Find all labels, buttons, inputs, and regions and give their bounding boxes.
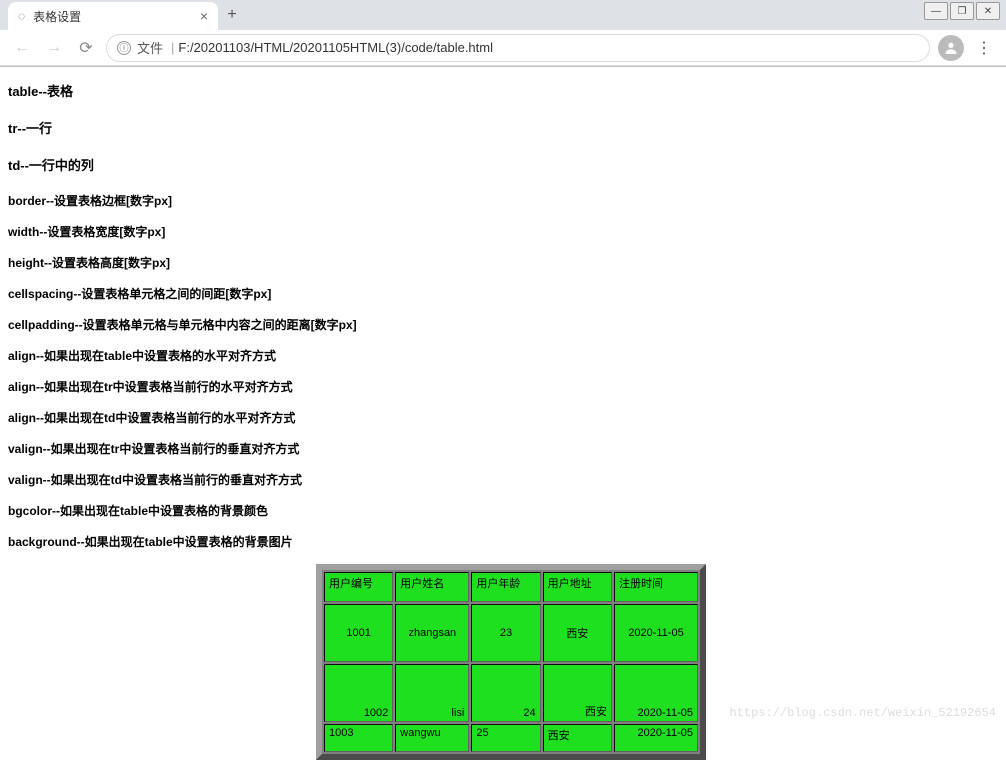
th-age: 用户年龄	[471, 572, 540, 602]
table-row: 1001 zhangsan 23 西安 2020-11-05	[324, 604, 698, 662]
th-addr: 用户地址	[543, 572, 612, 602]
desc-border: border--设置表格边框[数字px]	[8, 192, 998, 209]
browser-tab[interactable]: ◌ 表格设置 ×	[8, 2, 218, 30]
table-row: 1003 wangwu 25 西安 2020-11-05	[324, 724, 698, 752]
cell-addr: 西安	[543, 664, 612, 722]
table-row: 1002 lisi 24 西安 2020-11-05	[324, 664, 698, 722]
kebab-menu-icon[interactable]: ⋮	[972, 36, 996, 60]
back-button[interactable]: ←	[10, 36, 34, 60]
desc-align-tr: align--如果出现在tr中设置表格当前行的水平对齐方式	[8, 378, 998, 395]
cell-id: 1003	[324, 724, 393, 752]
url-text: F:/20201103/HTML/20201105HTML(3)/code/ta…	[178, 40, 493, 55]
cell-age: 24	[471, 664, 540, 722]
tab-title: 表格设置	[33, 8, 200, 25]
cell-date: 2020-11-05	[614, 664, 698, 722]
desc-background: background--如果出现在table中设置表格的背景图片	[8, 533, 998, 550]
th-id: 用户编号	[324, 572, 393, 602]
minimize-button[interactable]: —	[924, 2, 948, 20]
cell-age: 23	[471, 604, 540, 662]
close-window-button[interactable]: ✕	[976, 2, 1000, 20]
th-date: 注册时间	[614, 572, 698, 602]
desc-bgcolor: bgcolor--如果出现在table中设置表格的背景颜色	[8, 502, 998, 519]
profile-icon[interactable]	[938, 35, 964, 61]
address-bar: ← → ⟳ ⓘ 文件 | F:/20201103/HTML/20201105HT…	[0, 30, 1006, 66]
cell-addr: 西安	[543, 724, 612, 752]
demo-table: 用户编号 用户姓名 用户年龄 用户地址 注册时间 1001 zhangsan 2…	[316, 564, 706, 760]
desc-td: td--一行中的列	[8, 155, 998, 174]
info-icon: ⓘ	[117, 41, 131, 55]
cell-name: wangwu	[395, 724, 469, 752]
desc-table: table--表格	[8, 81, 998, 100]
desc-height: height--设置表格高度[数字px]	[8, 254, 998, 271]
desc-width: width--设置表格宽度[数字px]	[8, 223, 998, 240]
new-tab-button[interactable]: +	[218, 1, 246, 29]
cell-name: lisi	[395, 664, 469, 722]
cell-date: 2020-11-05	[614, 724, 698, 752]
globe-icon: ◌	[18, 9, 25, 23]
reload-button[interactable]: ⟳	[74, 36, 98, 60]
desc-valign-td: valign--如果出现在td中设置表格当前行的垂直对齐方式	[8, 471, 998, 488]
desc-cellpadding: cellpadding--设置表格单元格与单元格中内容之间的距离[数字px]	[8, 316, 998, 333]
watermark: https://blog.csdn.net/weixin_52192654	[730, 706, 996, 720]
desc-tr: tr--一行	[8, 118, 998, 137]
window-controls: — ❐ ✕	[924, 2, 1000, 20]
cell-name: zhangsan	[395, 604, 469, 662]
url-separator: |	[171, 40, 174, 55]
close-icon[interactable]: ×	[200, 8, 208, 24]
cell-id: 1001	[324, 604, 393, 662]
cell-date: 2020-11-05	[614, 604, 698, 662]
maximize-button[interactable]: ❐	[950, 2, 974, 20]
desc-valign-tr: valign--如果出现在tr中设置表格当前行的垂直对齐方式	[8, 440, 998, 457]
browser-chrome: ◌ 表格设置 × + — ❐ ✕ ← → ⟳ ⓘ 文件 | F:/2020110…	[0, 0, 1006, 67]
url-scheme-label: 文件	[137, 38, 163, 57]
desc-cellspacing: cellspacing--设置表格单元格之间的间距[数字px]	[8, 285, 998, 302]
tab-bar: ◌ 表格设置 × + — ❐ ✕	[0, 0, 1006, 30]
page-content: table--表格 tr--一行 td--一行中的列 border--设置表格边…	[0, 67, 1006, 768]
url-input[interactable]: ⓘ 文件 | F:/20201103/HTML/20201105HTML(3)/…	[106, 34, 930, 62]
table-container: 用户编号 用户姓名 用户年龄 用户地址 注册时间 1001 zhangsan 2…	[8, 564, 1006, 760]
desc-align-td: align--如果出现在td中设置表格当前行的水平对齐方式	[8, 409, 998, 426]
desc-align-table: align--如果出现在table中设置表格的水平对齐方式	[8, 347, 998, 364]
cell-addr: 西安	[543, 604, 612, 662]
table-header-row: 用户编号 用户姓名 用户年龄 用户地址 注册时间	[324, 572, 698, 602]
cell-id: 1002	[324, 664, 393, 722]
cell-age: 25	[471, 724, 540, 752]
th-name: 用户姓名	[395, 572, 469, 602]
forward-button[interactable]: →	[42, 36, 66, 60]
